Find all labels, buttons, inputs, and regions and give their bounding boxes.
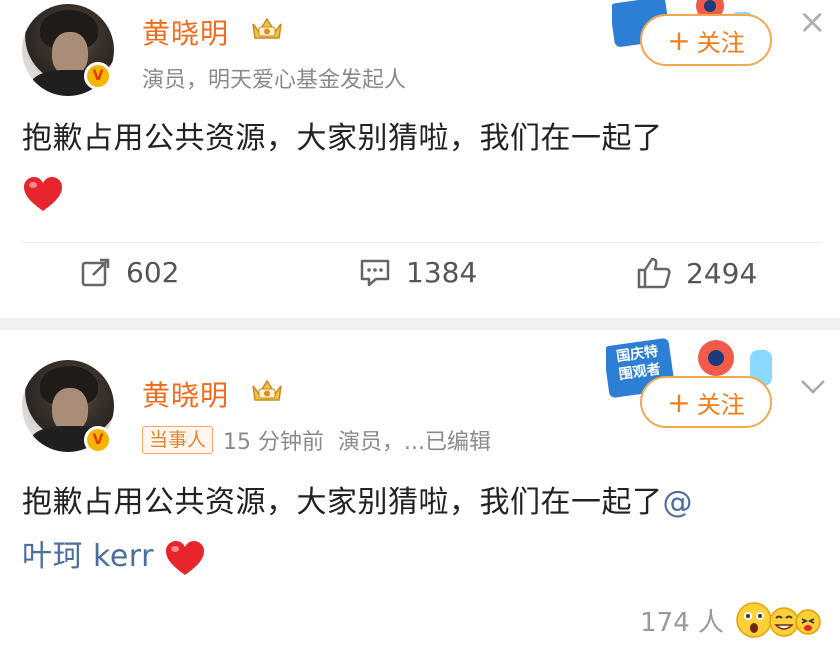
post-meta: 当事人 15 分钟前 演员，...已编辑 xyxy=(142,424,491,456)
like-button[interactable]: 2494 xyxy=(636,256,757,290)
username[interactable]: 黄晓明 xyxy=(142,12,229,52)
verified-badge-icon: V xyxy=(84,62,112,90)
follow-label: 关注 xyxy=(696,28,745,57)
crown-icon xyxy=(252,17,282,39)
comment-button[interactable]: 1384 xyxy=(358,256,477,289)
crown-icon xyxy=(252,379,282,401)
comment-icon xyxy=(360,259,390,286)
heart-icon xyxy=(24,176,62,211)
weibo-post-1: V 黄晓明 演员，明天爱心基金发起人 + 关注 × 抱歉占用公共资源，大家别猜啦… xyxy=(0,0,840,318)
follow-button[interactable]: + 关注 xyxy=(640,14,772,66)
status-badge: 当事人 xyxy=(142,426,214,454)
like-icon xyxy=(637,257,671,289)
post-text: 抱歉占用公共资源，大家别猜啦，我们在一起了 xyxy=(22,121,663,156)
mention-link[interactable]: 叶珂 kerr xyxy=(22,539,154,574)
verified-badge-icon: V xyxy=(84,426,112,454)
post-content: 抱歉占用公共资源，大家别猜啦，我们在一起了@ 叶珂 kerr xyxy=(22,476,822,584)
mention-at[interactable]: @ xyxy=(663,485,694,520)
feed-separator xyxy=(0,318,840,330)
follow-label: 关注 xyxy=(696,390,745,419)
heart-icon xyxy=(165,540,204,575)
reaction-summary[interactable]: 174 人 xyxy=(640,600,822,640)
repost-button[interactable]: 602 xyxy=(80,256,179,289)
reaction-emoji-icon xyxy=(734,600,822,640)
like-count: 2494 xyxy=(686,256,758,290)
comment-count: 1384 xyxy=(406,256,478,289)
action-bar: 602 1384 2494 xyxy=(0,256,840,302)
repost-count: 602 xyxy=(126,256,180,289)
username[interactable]: 黄晓明 xyxy=(142,374,229,414)
user-description: 演员，明天爱心基金发起人 xyxy=(142,68,407,93)
divider xyxy=(22,242,822,243)
post-content: 抱歉占用公共资源，大家别猜啦，我们在一起了 xyxy=(22,112,822,220)
chevron-down-icon[interactable] xyxy=(800,378,826,396)
repost-icon xyxy=(81,258,110,286)
plus-icon: + xyxy=(667,385,691,419)
post-text: 抱歉占用公共资源，大家别猜啦，我们在一起了 xyxy=(22,485,663,520)
weibo-post-2: V 黄晓明 当事人 15 分钟前 演员，...已编辑 国庆特 围观者 + 关注 … xyxy=(0,330,840,645)
reaction-count: 174 人 xyxy=(640,607,724,638)
plus-icon: + xyxy=(667,23,691,57)
user-description: 演员，...已编辑 xyxy=(338,430,491,455)
follow-button[interactable]: + 关注 xyxy=(640,376,772,428)
post-time: 15 分钟前 xyxy=(223,430,325,455)
close-icon[interactable]: × xyxy=(798,2,827,42)
